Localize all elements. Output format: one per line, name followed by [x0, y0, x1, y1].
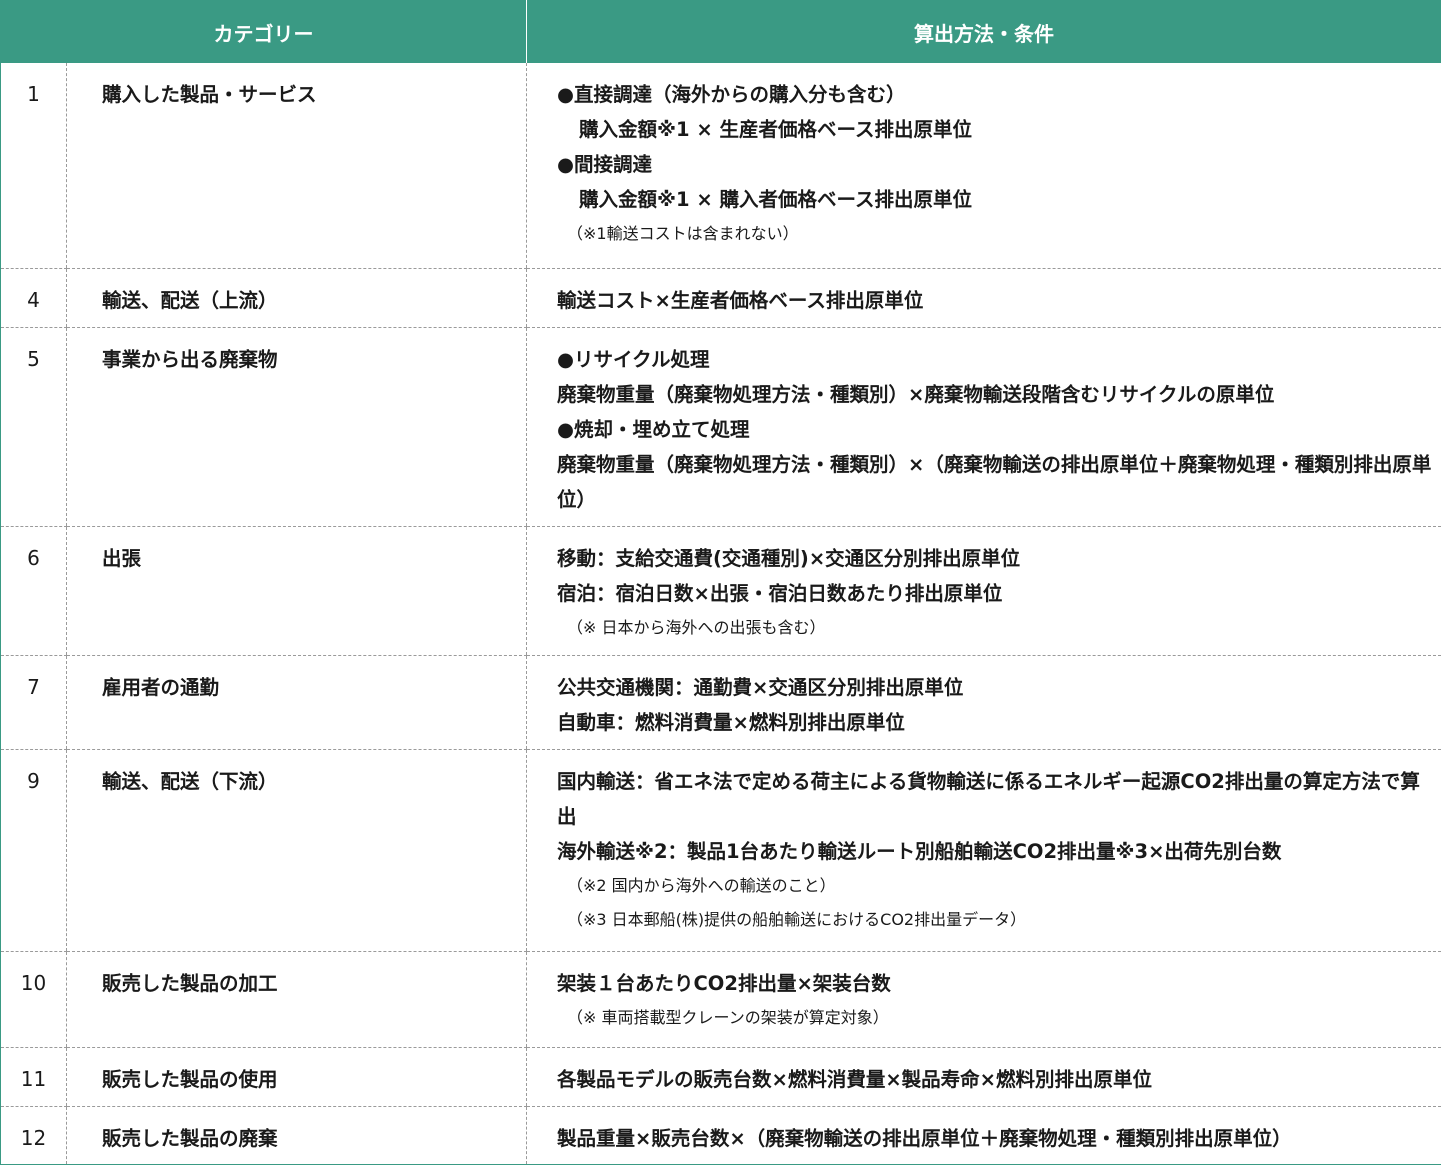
row-method: ●直接調達（海外からの購入分も含む） 購入金額※1 × 生産者価格ベース排出原単… [526, 63, 1441, 269]
table-row: 7 雇用者の通勤 公共交通機関：通勤費×交通区分別排出原単位 自動車：燃料消費量… [0, 655, 1441, 750]
method-note: （※2 国内から海外への輸送のこと） [567, 875, 836, 895]
method-note: （※ 日本から海外への出張も含む） [567, 617, 826, 637]
method-line: ●焼却・埋め立て処理 [557, 417, 750, 441]
row-category: 輸送、配送（下流） [66, 749, 527, 952]
method-line: 宿泊：宿泊日数×出張・宿泊日数あたり排出原単位 [557, 581, 1003, 605]
method-line: 購入金額※1 × 購入者価格ベース排出原単位 [579, 188, 972, 211]
method-line: 廃棄物重量（廃棄物処理方法・種類別）×廃棄物輸送段階含むリサイクルの原単位 [557, 382, 1275, 406]
method-line: ●リサイクル処理 [557, 347, 710, 371]
row-method: ●リサイクル処理 廃棄物重量（廃棄物処理方法・種類別）×廃棄物輸送段階含むリサイ… [526, 327, 1441, 527]
row-category: 出張 [66, 526, 527, 656]
row-method: 公共交通機関：通勤費×交通区分別排出原単位 自動車：燃料消費量×燃料別排出原単位 [526, 655, 1441, 750]
row-category: 販売した製品の加工 [66, 951, 527, 1048]
row-number: 4 [0, 268, 67, 328]
row-method: 国内輸送：省エネ法で定める荷主による貨物輸送に係るエネルギー起源CO2排出量の算… [526, 749, 1441, 952]
row-number: 7 [0, 655, 67, 750]
row-number: 12 [20, 1125, 47, 1150]
method-line: 国内輸送：省エネ法で定める荷主による貨物輸送に係るエネルギー起源CO2排出量の算… [557, 769, 1420, 828]
method-note: （※ 車両搭載型クレーンの架装が算定対象） [567, 1007, 889, 1027]
method-line: 移動：支給交通費(交通種別)×交通区分別排出原単位 [557, 546, 1021, 570]
scope3-table-container: カテゴリー 算出方法・条件 1 購入した製品・サービス ●直接調達（海外からの購… [0, 0, 1441, 1165]
table-row: 11 販売した製品の使用 各製品モデルの販売台数×燃料消費量×製品寿命×燃料別排… [0, 1047, 1441, 1107]
row-category: 販売した製品の使用 [66, 1047, 527, 1107]
table-row: 12 販売した製品の廃棄 製品重量×販売台数×（廃棄物輸送の排出原単位＋廃棄物処… [1, 1106, 1441, 1165]
method-line: 自動車：燃料消費量×燃料別排出原単位 [557, 710, 905, 734]
row-method: 移動：支給交通費(交通種別)×交通区分別排出原単位 宿泊：宿泊日数×出張・宿泊日… [526, 526, 1441, 656]
header-method: 算出方法・条件 [526, 0, 1441, 63]
row-number: 5 [0, 327, 67, 527]
method-line: 購入金額※1 × 生産者価格ベース排出原単位 [579, 118, 972, 141]
row-number: 11 [0, 1047, 67, 1107]
scope3-calculation-table: カテゴリー 算出方法・条件 1 購入した製品・サービス ●直接調達（海外からの購… [0, 0, 1441, 1165]
table-row: 6 出張 移動：支給交通費(交通種別)×交通区分別排出原単位 宿泊：宿泊日数×出… [0, 526, 1441, 656]
method-note: （※3 日本郵船(株)提供の船舶輸送におけるCO2排出量データ） [567, 909, 1027, 929]
row-method: 架装１台あたりCO2排出量×架装台数 （※ 車両搭載型クレーンの架装が算定対象） [526, 951, 1441, 1048]
row-category: 購入した製品・サービス [66, 63, 527, 269]
row-number: 9 [0, 749, 67, 952]
table-row: 4 輸送、配送（上流） 輸送コスト×生産者価格ベース排出原単位 [0, 268, 1441, 328]
method-note: （※1輸送コストは含まれない） [567, 224, 799, 243]
row-number: 1 [0, 63, 67, 269]
row-category: 輸送、配送（上流） [66, 268, 527, 328]
method-line: 公共交通機関：通勤費×交通区分別排出原単位 [557, 675, 964, 699]
table-row: 9 輸送、配送（下流） 国内輸送：省エネ法で定める荷主による貨物輸送に係るエネル… [0, 749, 1441, 952]
row-category: 販売した製品の廃棄 [66, 1106, 527, 1165]
table-row: 1 購入した製品・サービス ●直接調達（海外からの購入分も含む） 購入金額※1 … [0, 63, 1441, 269]
table-header: カテゴリー 算出方法・条件 [0, 0, 1441, 63]
method-line: 製品重量×販売台数×（廃棄物輸送の排出原単位＋廃棄物処理・種類別排出原単位） [557, 1126, 1292, 1150]
row-method: 製品重量×販売台数×（廃棄物輸送の排出原単位＋廃棄物処理・種類別排出原単位） [526, 1106, 1441, 1165]
method-line: 架装１台あたりCO2排出量×架装台数 [557, 971, 891, 995]
method-line: 海外輸送※2：製品1台あたり輸送ルート別船舶輸送CO2排出量※3×出荷先別台数 [557, 839, 1282, 863]
method-line: 各製品モデルの販売台数×燃料消費量×製品寿命×燃料別排出原単位 [557, 1067, 1153, 1091]
table-row: 5 事業から出る廃棄物 ●リサイクル処理 廃棄物重量（廃棄物処理方法・種類別）×… [0, 327, 1441, 527]
row-number: 10 [0, 951, 67, 1048]
table-row: 10 販売した製品の加工 架装１台あたりCO2排出量×架装台数 （※ 車両搭載型… [0, 951, 1441, 1048]
header-category: カテゴリー [0, 0, 527, 63]
row-number: 6 [0, 526, 67, 656]
row-category: 事業から出る廃棄物 [66, 327, 527, 527]
method-line: ●直接調達（海外からの購入分も含む） [557, 83, 906, 106]
method-line: ●間接調達 [557, 153, 653, 176]
row-method: 輸送コスト×生産者価格ベース排出原単位 [526, 268, 1441, 328]
row-method: 各製品モデルの販売台数×燃料消費量×製品寿命×燃料別排出原単位 [526, 1047, 1441, 1107]
method-line: 輸送コスト×生産者価格ベース排出原単位 [557, 288, 924, 312]
method-line: 廃棄物重量（廃棄物処理方法・種類別）×（廃棄物輸送の排出原単位＋廃棄物処理・種類… [557, 452, 1432, 511]
row-category: 雇用者の通勤 [66, 655, 527, 750]
